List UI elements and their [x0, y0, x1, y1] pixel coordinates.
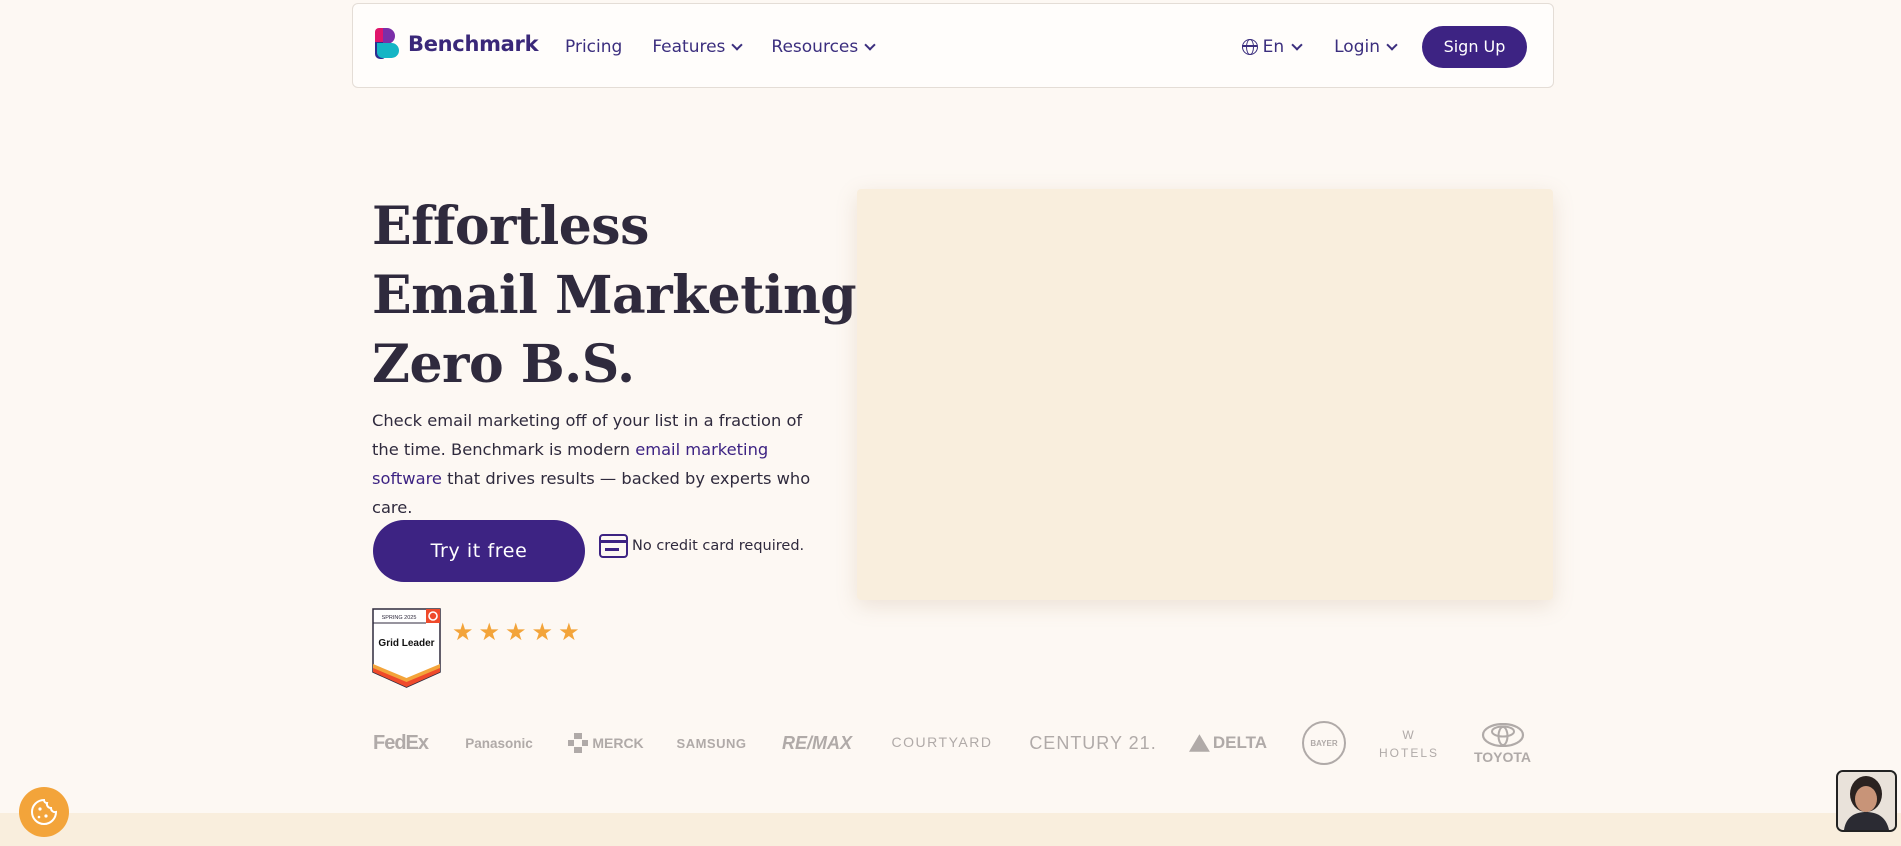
toyota-logo: TOYOTA	[1472, 721, 1533, 767]
brand-name: Benchmark	[408, 31, 539, 56]
chevron-down-icon	[864, 38, 876, 51]
globe-icon	[1241, 38, 1258, 55]
merck-wordmark: MERCK	[592, 735, 644, 751]
star-icon: ★	[558, 618, 580, 646]
chevron-down-icon	[1386, 38, 1398, 51]
w-hotels-logo: W HOTELS	[1379, 728, 1440, 760]
badge-season: SPRING 2025	[382, 615, 417, 621]
language-label: En	[1262, 36, 1285, 57]
nav-link-label: Resources	[771, 36, 859, 57]
chevron-down-icon	[1291, 38, 1303, 51]
panasonic-logo: Panasonic	[465, 735, 533, 751]
agent-photo	[1838, 772, 1895, 830]
chevron-down-icon	[731, 38, 744, 51]
benchmark-logo[interactable]: Benchmark	[375, 28, 539, 59]
delta-widget-icon	[1189, 734, 1210, 752]
benchmark-logo-icon	[375, 28, 401, 59]
sign-up-button[interactable]: Sign Up	[1422, 25, 1527, 68]
star-icon: ★	[531, 618, 554, 646]
credit-card-icon	[599, 534, 628, 558]
nav-link-label: Pricing	[565, 36, 623, 57]
login-dropdown[interactable]: Login	[1334, 36, 1398, 57]
star-icon: ★	[452, 618, 474, 646]
merck-mark-icon	[568, 733, 589, 753]
toyota-emblem-icon	[1481, 723, 1524, 747]
bayer-wordmark: BAYER	[1310, 738, 1338, 748]
cookie-icon	[31, 798, 58, 825]
cookie-preferences-button[interactable]	[19, 787, 69, 837]
chat-agent-avatar[interactable]	[1836, 770, 1897, 832]
try-it-free-button[interactable]: Try it free	[373, 520, 585, 582]
rating-stars: ★ ★ ★ ★ ★	[452, 620, 580, 644]
bayer-logo: BAYER	[1302, 721, 1346, 765]
nav-link-features[interactable]: Features	[652, 36, 744, 57]
star-icon: ★	[478, 618, 501, 646]
nav-link-resources[interactable]: Resources	[771, 36, 876, 57]
merck-logo: MERCK	[568, 730, 644, 756]
century-21-logo: CENTURY 21.	[1029, 732, 1157, 753]
language-selector[interactable]: En	[1241, 36, 1303, 57]
login-label: Login	[1334, 36, 1380, 57]
no-credit-card-text: No credit card required.	[632, 538, 805, 554]
fedex-logo: FedEx	[372, 731, 429, 754]
g2-grid-leader-badge: SPRING 2025 Grid Leader	[372, 608, 441, 688]
star-icon: ★	[505, 618, 527, 646]
headline-line: Effortless	[372, 196, 649, 257]
badge-title: Grid Leader	[378, 638, 434, 649]
hero-media-placeholder	[857, 189, 1553, 600]
hero-description: Check email marketing off of your list i…	[372, 406, 832, 522]
delta-logo: DELTA	[1189, 730, 1267, 756]
remax-logo: RE/MAX	[781, 732, 852, 753]
nav-link-pricing[interactable]: Pricing	[565, 37, 622, 57]
nav-actions: En Login Sign Up	[1241, 4, 1527, 89]
no-credit-card-note: No credit card required.	[599, 534, 804, 558]
headline-line: Zero B.S.	[372, 334, 635, 395]
delta-wordmark: DELTA	[1212, 733, 1267, 752]
headline-line: Email Marketing.	[372, 265, 874, 326]
samsung-logo: SAMSUNG	[676, 735, 747, 751]
toyota-wordmark: TOYOTA	[1473, 749, 1532, 765]
nav-link-label: Features	[652, 36, 726, 57]
hero-headline: Effortless Email Marketing. Zero B.S.	[372, 192, 874, 399]
main-nav: Pricing Features Resources	[565, 4, 876, 89]
top-navbar: Benchmark Pricing Features Resources En …	[352, 3, 1554, 88]
next-section-band	[0, 813, 1901, 846]
courtyard-logo: COURTYARD	[891, 734, 993, 750]
